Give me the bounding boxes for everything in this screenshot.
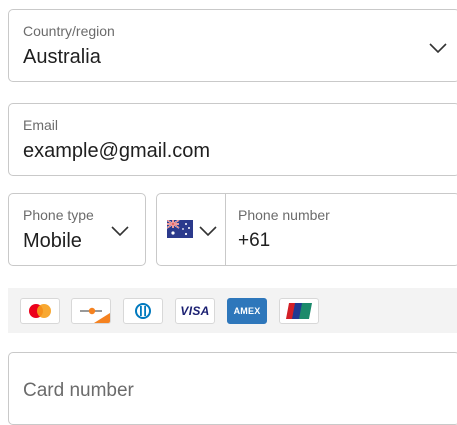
amex-icon: AMEX <box>227 298 267 324</box>
email-value: example@gmail.com <box>23 140 211 162</box>
mastercard-icon <box>20 298 60 324</box>
email-label: Email <box>23 117 59 133</box>
email-field[interactable]: Email example@gmail.com <box>8 103 457 176</box>
phone-type-select[interactable]: Phone type Mobile <box>8 193 146 266</box>
country-region-select[interactable]: Country/region Australia <box>8 9 457 82</box>
card-number-placeholder: Card number <box>23 380 134 401</box>
phone-type-value: Mobile <box>23 230 82 252</box>
unionpay-icon <box>279 298 319 324</box>
diners-club-icon <box>123 298 163 324</box>
visa-label: VISA <box>180 304 210 318</box>
country-code-divider <box>225 194 226 265</box>
phone-type-label: Phone type <box>23 207 94 223</box>
card-number-field[interactable]: Card number <box>8 352 457 425</box>
chevron-down-icon[interactable] <box>111 226 129 236</box>
chevron-down-icon[interactable] <box>429 43 447 53</box>
discover-icon <box>71 298 111 324</box>
amex-label: AMEX <box>233 306 261 316</box>
country-code-chevron-down-icon[interactable] <box>199 226 217 236</box>
visa-icon: VISA <box>175 298 215 324</box>
phone-number-label: Phone number <box>238 207 330 223</box>
phone-number-input[interactable]: +61 <box>238 230 270 252</box>
phone-number-group: Phone number +61 <box>156 193 457 266</box>
country-region-value: Australia <box>23 46 101 68</box>
australia-flag-icon[interactable] <box>167 220 193 238</box>
accepted-cards: VISA AMEX <box>8 288 457 333</box>
country-region-label: Country/region <box>23 23 115 39</box>
